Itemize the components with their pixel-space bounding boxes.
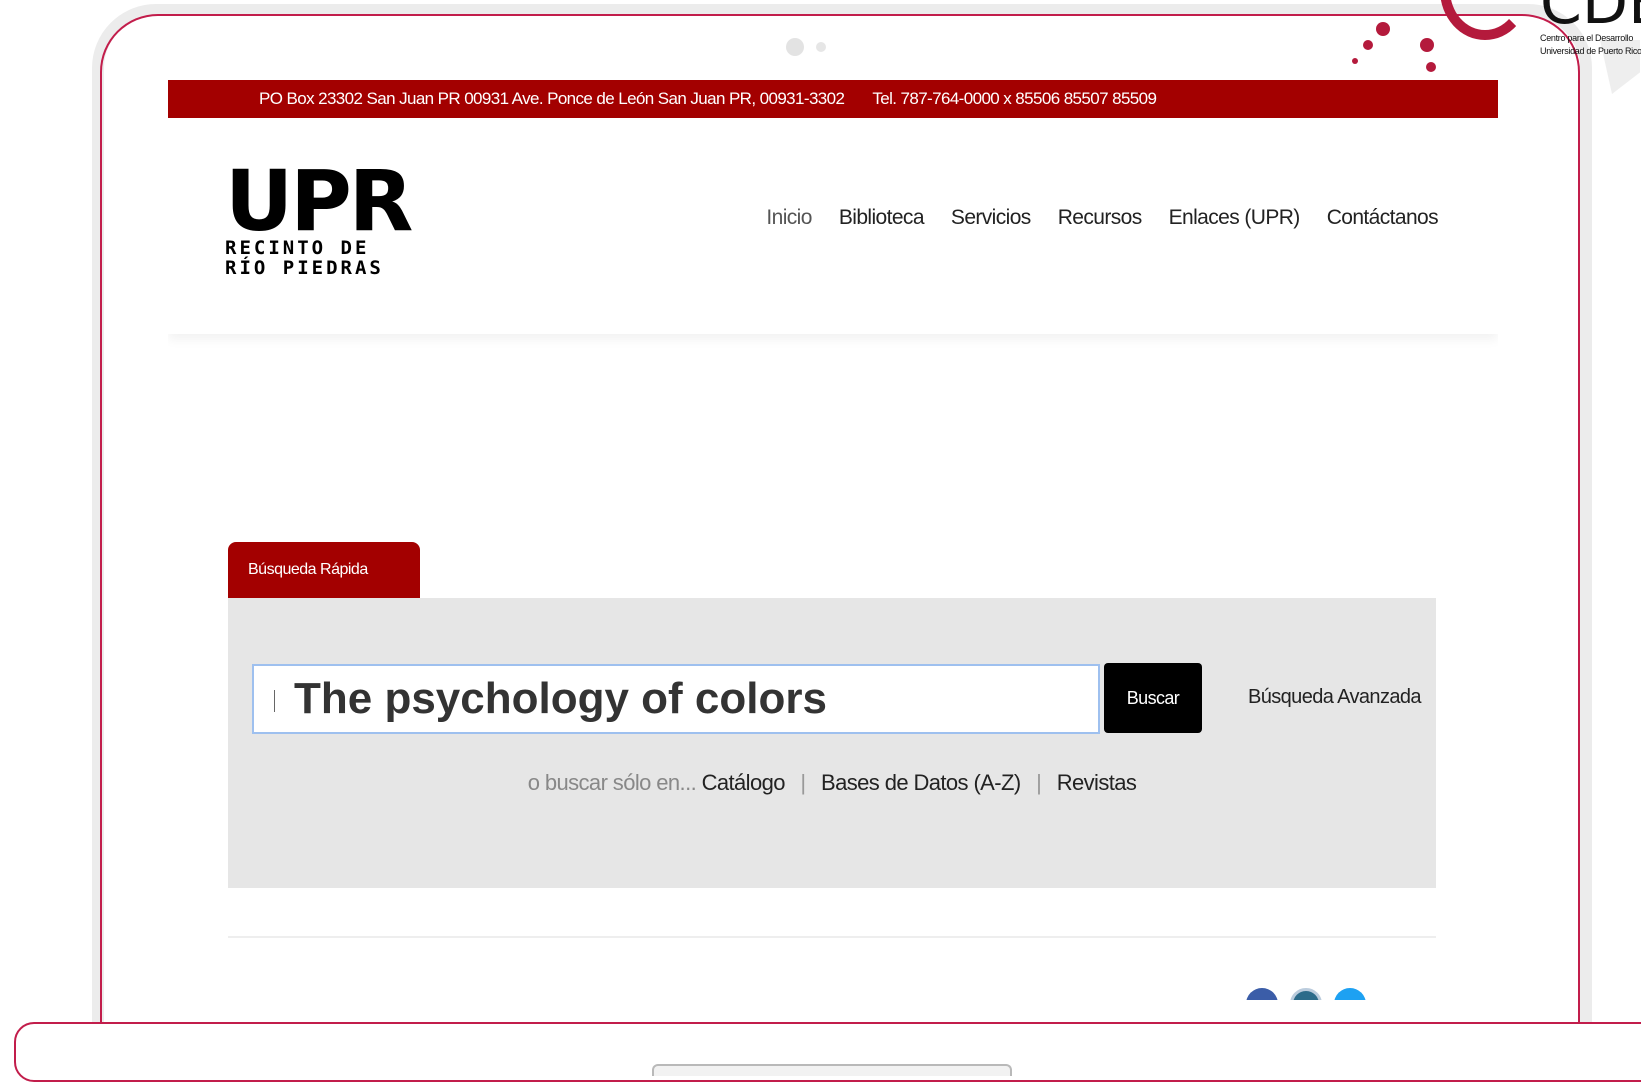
brand-dot-icon (1376, 22, 1390, 36)
contact-bar-text: PO Box 23302 San Juan PR 00931 Ave. Ponc… (259, 80, 1157, 118)
scope-prefix: o buscar sólo en... (527, 770, 697, 795)
laptop-notch (652, 1064, 1012, 1076)
nav-item-contactanos[interactable]: Contáctanos (1327, 206, 1439, 230)
brand-caption-line1: Centro para el Desarrollo (1540, 33, 1634, 43)
text-cursor (274, 690, 275, 712)
site-header: UPR RECINTO DE RÍO PIEDRAS Inicio Biblio… (168, 118, 1498, 334)
nav-item-enlaces[interactable]: Enlaces (UPR) (1169, 206, 1301, 230)
nav-item-recursos[interactable]: Recursos (1058, 206, 1143, 230)
scope-separator: | (1036, 770, 1042, 795)
brand-dot-icon (1352, 58, 1358, 64)
phone-text: Tel. 787-764-0000 x 85506 85507 85509 (872, 89, 1157, 108)
nav-item-servicios[interactable]: Servicios (951, 206, 1031, 230)
quick-search-tab[interactable]: Búsqueda Rápida (228, 542, 420, 598)
camera-sensor-icon (816, 42, 826, 52)
address-text: PO Box 23302 San Juan PR 00931 Ave. Ponc… (259, 89, 845, 108)
camera-icon (786, 38, 804, 56)
brand-caption: Centro para el Desarrollo Universidad de… (1540, 32, 1641, 58)
brand-dot-icon (1420, 38, 1434, 52)
search-input[interactable] (252, 664, 1100, 734)
brand-dot-icon (1363, 40, 1373, 50)
brand-caption-line2: Universidad de Puerto Rico (1540, 46, 1641, 56)
nav-item-biblioteca[interactable]: Biblioteca (839, 206, 925, 230)
twitter-icon[interactable] (1334, 988, 1366, 1000)
upr-logo[interactable]: UPR RECINTO DE RÍO PIEDRAS (225, 152, 415, 279)
brand-dot-icon (1426, 62, 1436, 72)
instagram-icon[interactable] (1290, 988, 1322, 1000)
logo-line-2: RÍO PIEDRAS (225, 257, 384, 279)
search-button[interactable]: Buscar (1104, 663, 1202, 733)
scope-link-revistas[interactable]: Revistas (1057, 770, 1137, 795)
section-divider (228, 936, 1436, 938)
scope-link-catalogo[interactable]: Catálogo (702, 770, 786, 795)
browser-screen: PO Box 23302 San Juan PR 00931 Ave. Ponc… (168, 80, 1498, 1000)
facebook-icon[interactable] (1246, 988, 1278, 1000)
search-scope-row: o buscar sólo en... Catálogo | Bases de … (228, 770, 1436, 796)
main-nav: Inicio Biblioteca Servicios Recursos Enl… (766, 206, 1438, 230)
advanced-search-link[interactable]: Búsqueda Avanzada (1248, 686, 1422, 709)
logo-wordmark: UPR (225, 152, 413, 250)
search-panel: Buscar Búsqueda Avanzada o buscar sólo e… (228, 598, 1436, 888)
contact-bar: PO Box 23302 San Juan PR 00931 Ave. Ponc… (168, 80, 1498, 118)
nav-item-inicio[interactable]: Inicio (766, 206, 812, 230)
scope-link-bases-de-datos[interactable]: Bases de Datos (A-Z) (821, 770, 1021, 795)
scope-separator: | (800, 770, 806, 795)
